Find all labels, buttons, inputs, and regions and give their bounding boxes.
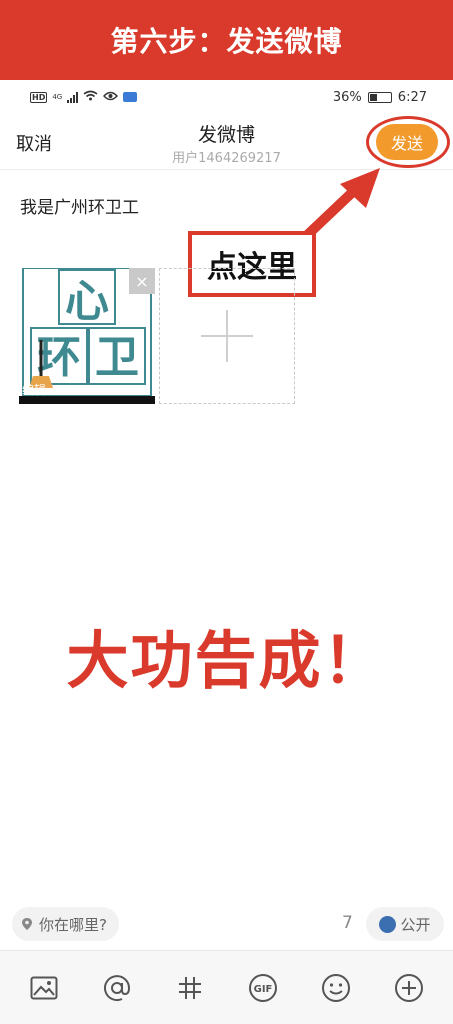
visibility-button[interactable]: 公开: [366, 907, 444, 941]
hashtag-icon[interactable]: [170, 968, 210, 1008]
location-label: 你在哪里?: [39, 915, 107, 934]
logo-char-3: 卫: [95, 332, 139, 383]
battery-icon: [367, 91, 392, 103]
location-button[interactable]: 你在哪里?: [12, 907, 119, 941]
clock: 6:27: [397, 89, 427, 105]
network-type: 4G: [52, 93, 63, 101]
logo-char-1: 心: [65, 276, 109, 327]
banner-title: 第六步：发送微博: [110, 25, 343, 58]
visibility-label: 公开: [400, 915, 431, 934]
logo-char-2: 环: [37, 332, 81, 383]
compose-toolbar: GIF: [0, 950, 453, 1024]
mention-icon[interactable]: [97, 968, 137, 1008]
character-count: 7: [342, 913, 353, 933]
edit-image-label[interactable]: 编辑: [22, 381, 46, 398]
gif-icon[interactable]: GIF: [243, 968, 283, 1008]
signal-icon: [67, 91, 79, 103]
emoji-icon[interactable]: [316, 968, 356, 1008]
remove-image-button[interactable]: ×: [129, 268, 155, 294]
tutorial-banner: 第六步：发送微博: [0, 0, 453, 80]
post-text-input[interactable]: 我是广州环卫工: [20, 193, 139, 218]
success-caption: 大功告成！: [66, 624, 387, 697]
eye-icon: [103, 90, 119, 105]
add-image-button[interactable]: [159, 268, 295, 404]
app-notification-icon: [123, 92, 138, 102]
wifi-icon: [83, 90, 98, 105]
svg-text:GIF: GIF: [254, 984, 273, 995]
send-button[interactable]: 发送: [376, 124, 438, 160]
status-bar: HD 4G 36% 6:27: [0, 84, 453, 110]
picture-icon[interactable]: [24, 968, 64, 1008]
location-pin-icon: [22, 918, 32, 930]
battery-percent: 36%: [332, 89, 362, 105]
hd-badge: HD: [30, 91, 48, 103]
globe-icon: [379, 915, 397, 933]
more-icon[interactable]: [389, 968, 429, 1008]
